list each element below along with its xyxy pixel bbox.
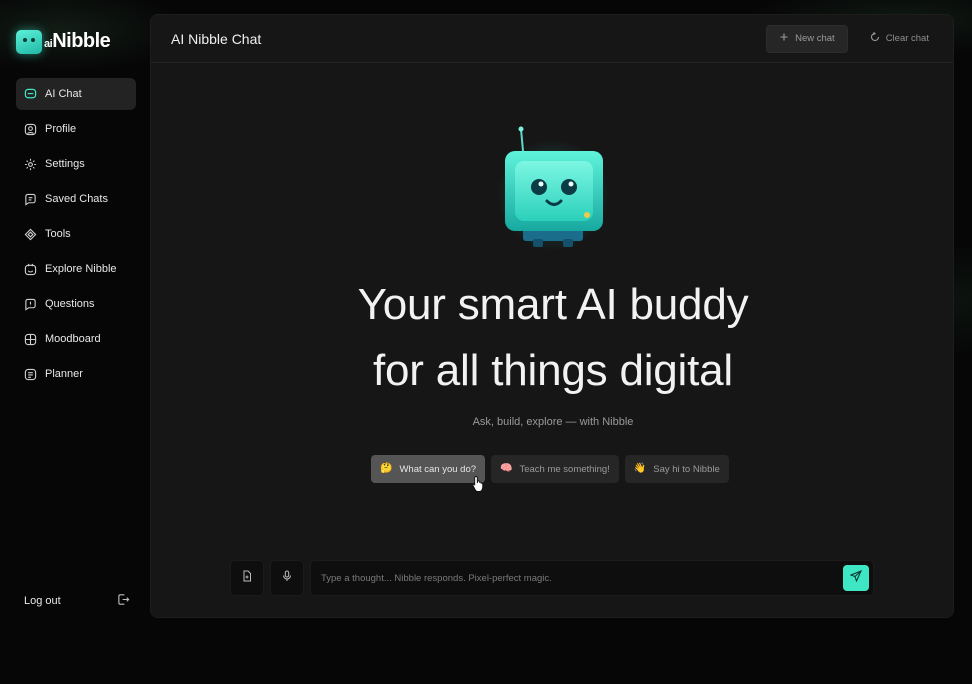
suggestion-chips: 🤔 What can you do? 🧠 Teach me something!… [371,455,729,483]
message-input-wrapper [310,560,874,596]
sidebar-nav: AI Chat Profile Settings Saved Chats Too… [16,78,136,393]
sidebar-item-label: Profile [45,123,77,135]
microphone-icon [281,569,293,587]
sidebar-item-saved-chats[interactable]: Saved Chats [16,183,136,215]
send-icon [849,569,863,587]
new-chat-label: New chat [795,33,835,44]
hand-cursor-icon [472,476,484,492]
logout-label: Log out [24,595,61,607]
sidebar-item-planner[interactable]: Planner [16,358,136,390]
question-icon [24,298,37,311]
suggestion-chip-what-can-you-do[interactable]: 🤔 What can you do? [371,455,486,483]
clear-chat-label: Clear chat [885,33,929,44]
sidebar-item-settings[interactable]: Settings [16,148,136,180]
chat-composer [230,560,874,596]
refresh-icon [870,32,880,45]
sidebar-item-profile[interactable]: Profile [16,113,136,145]
suggestion-label: Say hi to Nibble [653,463,720,475]
sidebar-item-questions[interactable]: Questions [16,288,136,320]
waving-hand-icon: 👋 [633,463,647,474]
hero-subtitle: Ask, build, explore — with Nibble [472,416,634,428]
sidebar-item-label: Moodboard [45,333,101,345]
plus-icon [779,32,789,45]
sidebar-item-label: Questions [45,298,95,310]
sidebar-item-label: Planner [45,368,83,380]
suggestion-label: Teach me something! [519,463,610,475]
sidebar-item-moodboard[interactable]: Moodboard [16,323,136,355]
new-chat-button[interactable]: New chat [766,24,848,53]
app-window: aiNibble AI Chat Profile Settings Saved … [0,0,972,684]
logo-prefix: ai [44,38,53,50]
logout-button[interactable]: Log out [24,590,130,612]
explore-icon [24,263,37,276]
suggestion-chip-teach-me[interactable]: 🧠 Teach me something! [491,455,619,483]
logo-text: aiNibble [44,30,111,54]
hero-heading-line-1: Your smart AI buddy [357,280,749,329]
chat-bubble-icon [24,88,37,101]
sidebar: aiNibble AI Chat Profile Settings Saved … [0,0,148,640]
brain-icon: 🧠 [500,463,513,474]
hero-heading-line-2: for all things digital [372,346,734,395]
clear-chat-button[interactable]: Clear chat [858,25,941,53]
voice-input-button[interactable] [270,560,304,596]
header-actions: New chat Clear chat [766,24,941,53]
brand-logo[interactable]: aiNibble [16,24,111,54]
page-title: AI Nibble Chat [171,30,262,47]
chat-panel: AI Nibble Chat New chat Clear chat Your … [150,14,954,618]
saved-chats-icon [24,193,37,206]
sidebar-item-explore-nibble[interactable]: Explore Nibble [16,253,136,285]
sidebar-item-ai-chat[interactable]: AI Chat [16,78,136,110]
logo-name: Nibble [52,30,111,52]
sidebar-item-label: AI Chat [45,88,82,100]
tools-icon [24,228,37,241]
send-button[interactable] [843,565,869,591]
logout-icon [117,593,130,609]
sidebar-item-label: Tools [45,228,71,240]
sidebar-item-label: Saved Chats [45,193,108,205]
nibble-mascot-icon [497,126,609,251]
file-plus-icon [241,569,253,587]
suggestion-chip-say-hi[interactable]: 👋 Say hi to Nibble [624,455,729,483]
nibble-logo-icon [16,30,42,54]
thinking-face-icon: 🤔 [380,463,393,474]
sidebar-item-label: Explore Nibble [45,263,117,275]
planner-icon [24,368,37,381]
suggestion-label: What can you do? [399,463,477,475]
sidebar-item-tools[interactable]: Tools [16,218,136,250]
user-icon [24,123,37,136]
sidebar-item-label: Settings [45,158,85,170]
attach-file-button[interactable] [230,560,264,596]
gear-icon [24,158,37,171]
message-input[interactable] [321,572,843,584]
hero-heading: Your smart AI buddy for all things digit… [151,272,955,404]
chat-header: AI Nibble Chat New chat Clear chat [151,15,953,63]
grid-icon [24,333,37,346]
